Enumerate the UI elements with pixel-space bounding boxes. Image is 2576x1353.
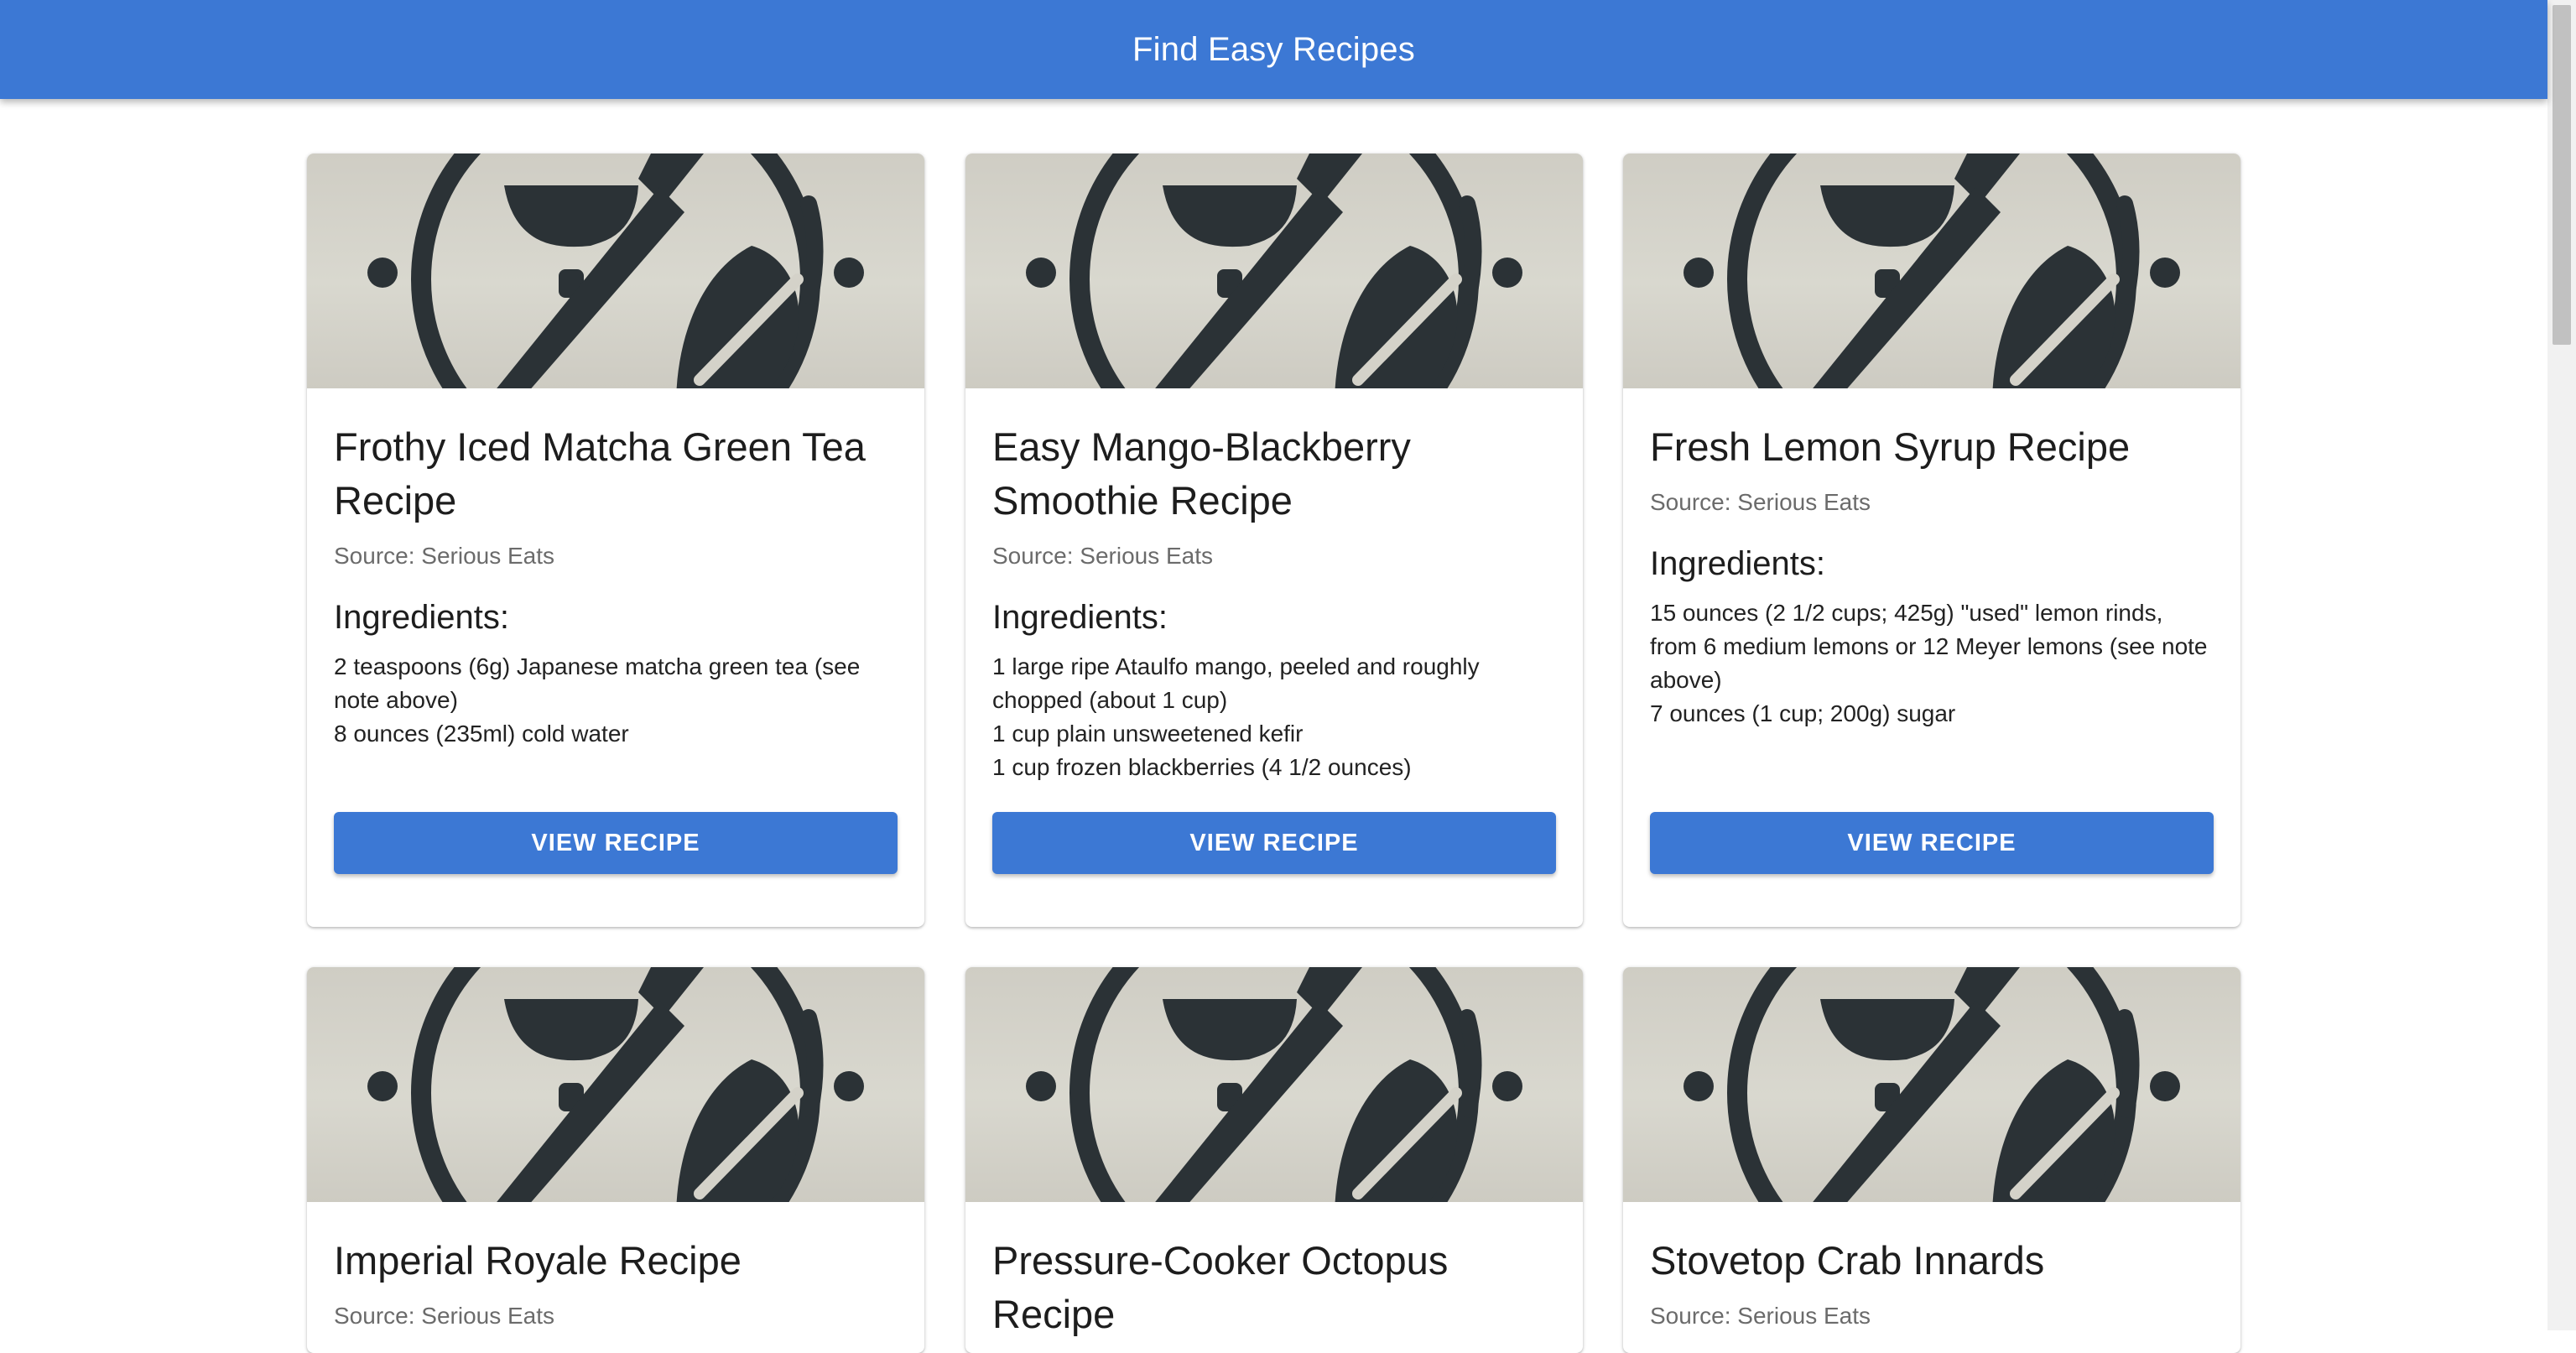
ingredient-item: 2 teaspoons (6g) Japanese matcha green t… bbox=[334, 653, 861, 713]
bowl-spoon-leaf-logo-icon bbox=[307, 967, 924, 1202]
recipe-image bbox=[1623, 967, 2240, 1202]
ingredients-heading: Ingredients: bbox=[992, 599, 1168, 636]
recipe-title: Stovetop Crab Innards bbox=[1650, 1238, 2045, 1283]
page-title: Find Easy Recipes bbox=[1132, 30, 1415, 68]
ingredients-list: 15 ounces (2 1/2 cups; 425g) "used" lemo… bbox=[1650, 596, 2214, 731]
recipe-source: Source: Serious Eats bbox=[1650, 1303, 1871, 1329]
recipe-title: Easy Mango-Blackberry Smoothie Recipe bbox=[992, 424, 1411, 523]
recipe-source: Source: Serious Eats bbox=[334, 543, 555, 569]
recipe-card: Frothy Iced Matcha Green Tea Recipe Sour… bbox=[307, 154, 924, 927]
ingredient-item: 7 ounces (1 cup; 200g) sugar bbox=[1650, 700, 1956, 726]
ingredient-item: 8 ounces (235ml) cold water bbox=[334, 721, 629, 747]
view-recipe-button[interactable]: VIEW RECIPE bbox=[992, 812, 1556, 874]
recipe-title: Frothy Iced Matcha Green Tea Recipe bbox=[334, 424, 866, 523]
bowl-spoon-leaf-logo-icon bbox=[307, 154, 924, 388]
recipe-card: Fresh Lemon Syrup Recipe Source: Serious… bbox=[1623, 154, 2240, 927]
recipe-title: Fresh Lemon Syrup Recipe bbox=[1650, 424, 2131, 469]
app-header: Find Easy Recipes bbox=[0, 0, 2547, 99]
recipe-image bbox=[965, 967, 1583, 1202]
ingredient-item: 15 ounces (2 1/2 cups; 425g) "used" lemo… bbox=[1650, 600, 2208, 693]
ingredient-item: 1 large ripe Ataulfo mango, peeled and r… bbox=[992, 653, 1480, 713]
bowl-spoon-leaf-logo-icon bbox=[1623, 967, 2240, 1202]
recipe-card: Easy Mango-Blackberry Smoothie Recipe So… bbox=[965, 154, 1583, 927]
ingredients-heading: Ingredients: bbox=[334, 599, 510, 636]
bowl-spoon-leaf-logo-icon bbox=[1623, 154, 2240, 388]
ingredient-item: 1 cup plain unsweetened kefir bbox=[992, 721, 1304, 747]
ingredients-list: 1 large ripe Ataulfo mango, peeled and r… bbox=[992, 650, 1556, 784]
view-recipe-button[interactable]: VIEW RECIPE bbox=[334, 812, 898, 874]
view-recipe-button[interactable]: VIEW RECIPE bbox=[1650, 812, 2214, 874]
recipe-source: Source: Serious Eats bbox=[1650, 489, 1871, 515]
recipe-source: Source: Serious Eats bbox=[992, 543, 1214, 569]
scrollbar-thumb[interactable] bbox=[2553, 5, 2571, 345]
recipe-image bbox=[307, 154, 924, 388]
page-scrollbar[interactable] bbox=[2547, 0, 2576, 1330]
recipe-image bbox=[965, 154, 1583, 388]
recipe-card: Pressure-Cooker Octopus Recipe bbox=[965, 967, 1583, 1353]
bowl-spoon-leaf-logo-icon bbox=[965, 154, 1583, 388]
recipe-image bbox=[1623, 154, 2240, 388]
ingredients-list: 2 teaspoons (6g) Japanese matcha green t… bbox=[334, 650, 898, 751]
recipe-title: Pressure-Cooker Octopus Recipe bbox=[992, 1238, 1449, 1336]
ingredients-heading: Ingredients: bbox=[1650, 545, 1826, 582]
recipe-title: Imperial Royale Recipe bbox=[334, 1238, 742, 1283]
ingredient-item: 1 cup frozen blackberries (4 1/2 ounces) bbox=[992, 754, 1412, 780]
bowl-spoon-leaf-logo-icon bbox=[965, 967, 1583, 1202]
recipe-image bbox=[307, 967, 924, 1202]
recipe-card: Stovetop Crab Innards Source: Serious Ea… bbox=[1623, 967, 2240, 1353]
recipe-source: Source: Serious Eats bbox=[334, 1303, 555, 1329]
recipe-card: Imperial Royale Recipe Source: Serious E… bbox=[307, 967, 924, 1353]
